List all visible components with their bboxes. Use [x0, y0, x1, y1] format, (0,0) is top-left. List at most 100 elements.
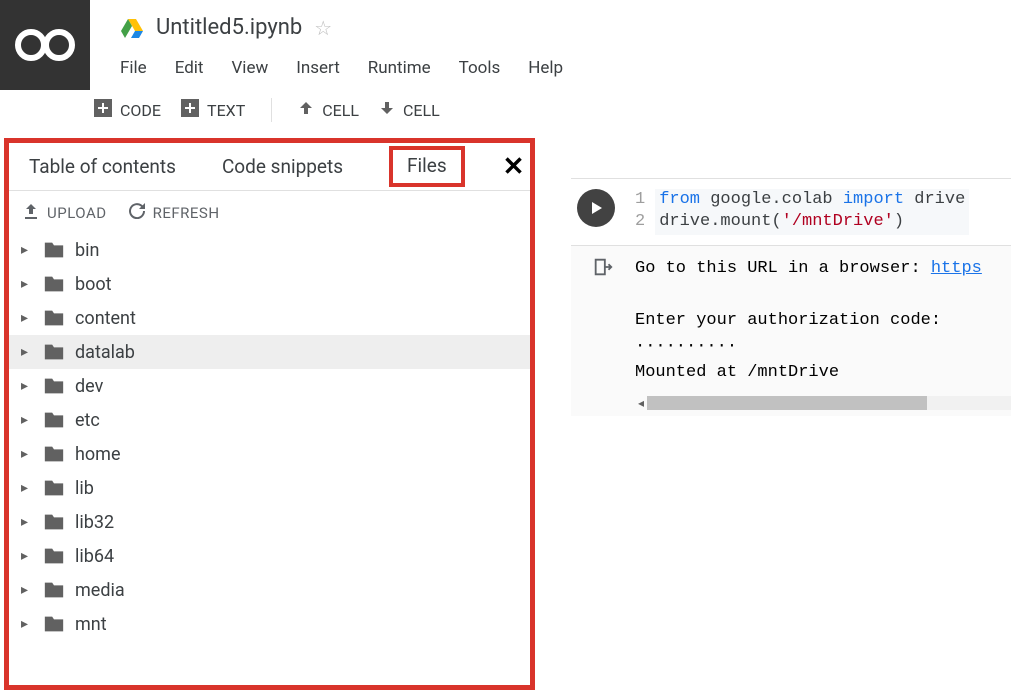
files-panel: Table of contents Code snippets Files ✕ … — [4, 138, 535, 690]
folder-icon — [43, 511, 65, 533]
tab-toc[interactable]: Table of contents — [29, 147, 176, 186]
folder-icon — [43, 341, 65, 363]
output-text: Go to this URL in a browser: https Enter… — [635, 246, 982, 396]
chevron-right-icon[interactable]: ▸ — [21, 514, 33, 530]
menu-edit[interactable]: Edit — [175, 58, 204, 78]
tree-item-label: lib — [75, 478, 94, 499]
tree-item-label: datalab — [75, 342, 135, 363]
refresh-label: REFRESH — [153, 204, 220, 222]
chevron-right-icon[interactable]: ▸ — [21, 582, 33, 598]
menu-file[interactable]: File — [120, 58, 147, 78]
run-button[interactable] — [577, 189, 615, 227]
upload-button[interactable]: UPLOAD — [23, 203, 107, 223]
folder-icon — [43, 545, 65, 567]
tree-item-label: dev — [75, 376, 103, 397]
cell-down-label: CELL — [403, 101, 440, 120]
add-text-label: TEXT — [207, 101, 245, 120]
code-cell[interactable]: 12 from google.colab import drive drive.… — [571, 178, 1011, 416]
folder-icon — [43, 443, 65, 465]
chevron-right-icon[interactable]: ▸ — [21, 242, 33, 258]
cell-up-button[interactable]: CELL — [298, 100, 359, 120]
tree-item-content[interactable]: ▸ content — [9, 301, 530, 335]
plus-icon — [181, 99, 199, 121]
menu-runtime[interactable]: Runtime — [368, 58, 431, 78]
panel-actions: UPLOAD REFRESH — [9, 191, 530, 233]
arrow-up-icon — [298, 100, 314, 120]
document-title[interactable]: Untitled5.ipynb — [156, 15, 302, 40]
star-icon[interactable]: ☆ — [314, 16, 332, 40]
tree-item-boot[interactable]: ▸ boot — [9, 267, 530, 301]
tree-item-label: boot — [75, 274, 112, 295]
code-gutter: 12 — [635, 189, 655, 235]
chevron-right-icon[interactable]: ▸ — [21, 276, 33, 292]
menu-insert[interactable]: Insert — [296, 58, 340, 78]
tree-item-etc[interactable]: ▸ etc — [9, 403, 530, 437]
folder-icon — [43, 579, 65, 601]
cell-output: Go to this URL in a browser: https Enter… — [571, 245, 1011, 396]
tree-item-lib64[interactable]: ▸ lib64 — [9, 539, 530, 573]
tree-item-label: media — [75, 580, 125, 601]
tree-item-label: home — [75, 444, 121, 465]
scroll-left-icon[interactable]: ◂ — [635, 396, 647, 410]
tree-item-label: lib32 — [75, 512, 114, 533]
tree-item-label: mnt — [75, 614, 107, 635]
tab-files[interactable]: Files — [389, 146, 465, 187]
folder-icon — [43, 375, 65, 397]
tree-item-label: bin — [75, 240, 99, 261]
toolbar-separator — [271, 98, 272, 122]
tree-item-label: etc — [75, 410, 100, 431]
chevron-right-icon[interactable]: ▸ — [21, 344, 33, 360]
tree-item-datalab[interactable]: ▸ datalab — [9, 335, 530, 369]
add-code-button[interactable]: CODE — [94, 99, 161, 121]
chevron-right-icon[interactable]: ▸ — [21, 548, 33, 564]
tree-item-label: lib64 — [75, 546, 114, 567]
chevron-right-icon[interactable]: ▸ — [21, 446, 33, 462]
scroll-track[interactable] — [647, 396, 1011, 410]
close-icon[interactable]: ✕ — [503, 152, 525, 182]
notebook-area: 12 from google.colab import drive drive.… — [535, 138, 1011, 416]
drive-icon — [120, 16, 144, 40]
chevron-right-icon[interactable]: ▸ — [21, 378, 33, 394]
colab-logo[interactable] — [0, 0, 90, 90]
folder-icon — [43, 239, 65, 261]
code-editor[interactable]: from google.colab import drive drive.mou… — [655, 189, 969, 235]
cell-up-label: CELL — [322, 101, 359, 120]
folder-icon — [43, 273, 65, 295]
upload-icon — [23, 203, 39, 223]
menu-view[interactable]: View — [231, 58, 268, 78]
chevron-right-icon[interactable]: ▸ — [21, 412, 33, 428]
chevron-right-icon[interactable]: ▸ — [21, 310, 33, 326]
tree-item-media[interactable]: ▸ media — [9, 573, 530, 607]
tree-item-mnt[interactable]: ▸ mnt — [9, 607, 530, 641]
output-icon[interactable] — [571, 246, 635, 396]
tree-item-bin[interactable]: ▸ bin — [9, 233, 530, 267]
auth-link[interactable]: https — [931, 259, 982, 278]
add-text-button[interactable]: TEXT — [181, 99, 245, 121]
tree-item-lib32[interactable]: ▸ lib32 — [9, 505, 530, 539]
toolbar: CODE TEXT CELL CELL — [0, 90, 1011, 130]
scroll-thumb[interactable] — [647, 396, 927, 410]
chevron-right-icon[interactable]: ▸ — [21, 616, 33, 632]
tab-snippets[interactable]: Code snippets — [222, 147, 343, 186]
refresh-button[interactable]: REFRESH — [129, 203, 220, 223]
folder-icon — [43, 307, 65, 329]
side-tabs: Table of contents Code snippets Files ✕ — [9, 143, 530, 191]
add-code-label: CODE — [120, 101, 161, 120]
file-tree[interactable]: ▸ bin ▸ boot ▸ content ▸ datalab ▸ dev ▸ etc ▸ home ▸ l… — [9, 233, 530, 678]
tree-item-home[interactable]: ▸ home — [9, 437, 530, 471]
tree-item-dev[interactable]: ▸ dev — [9, 369, 530, 403]
tree-item-lib[interactable]: ▸ lib — [9, 471, 530, 505]
menu-bar: File Edit View Insert Runtime Tools Help — [120, 58, 1011, 78]
tree-item-label: content — [75, 308, 136, 329]
folder-icon — [43, 477, 65, 499]
cell-down-button[interactable]: CELL — [379, 100, 440, 120]
chevron-right-icon[interactable]: ▸ — [21, 480, 33, 496]
output-scrollbar[interactable]: ◂ — [571, 396, 1011, 416]
refresh-icon — [129, 203, 145, 223]
menu-tools[interactable]: Tools — [459, 58, 501, 78]
folder-icon — [43, 613, 65, 635]
folder-icon — [43, 409, 65, 431]
menu-help[interactable]: Help — [528, 58, 563, 78]
plus-icon — [94, 99, 112, 121]
arrow-down-icon — [379, 100, 395, 120]
